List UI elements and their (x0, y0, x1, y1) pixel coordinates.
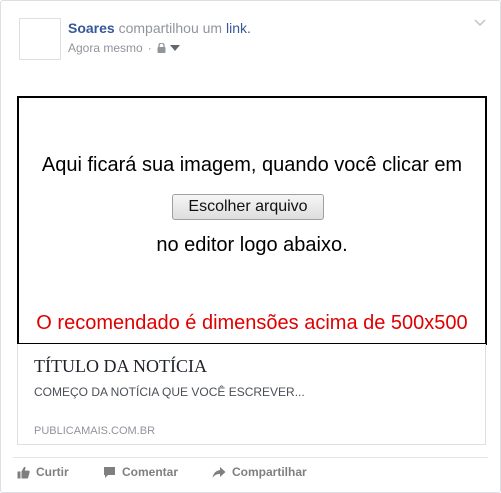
image-instruction-line2: no editor logo abaixo. (156, 234, 348, 256)
meta-separator: · (147, 41, 152, 55)
timestamp[interactable]: Agora mesmo (68, 41, 143, 55)
thumbs-up-icon (17, 466, 30, 478)
share-label: Compartilhar (232, 465, 307, 479)
actions-divider (13, 457, 488, 458)
news-description: COMEÇO DA NOTÍCIA QUE VOCÊ ESCREVER... (34, 385, 305, 399)
link-word[interactable]: link. (226, 20, 251, 36)
post-header: Soares compartilhou um link. Agora mesmo… (1, 1, 500, 81)
share-arrow-icon (212, 466, 226, 478)
like-button[interactable]: Curtir (17, 465, 69, 479)
speech-bubble-icon (104, 466, 115, 478)
image-placeholder: Aqui ficará sua imagem, quando você clic… (17, 96, 487, 345)
share-button[interactable]: Compartilhar (212, 465, 307, 479)
news-title: TÍTULO DA NOTÍCIA (34, 356, 207, 376)
author-name[interactable]: Soares (68, 20, 115, 36)
like-label: Curtir (36, 465, 69, 479)
choose-file-button[interactable]: Escolher arquivo (172, 194, 324, 220)
image-instruction-line1: Aqui ficará sua imagem, quando você clic… (41, 154, 463, 176)
caret-down-icon[interactable] (169, 45, 180, 51)
news-domain: PUBLICAMAIS.COM.BR (34, 425, 156, 437)
comment-button[interactable]: Comentar (103, 465, 178, 479)
chevron-down-icon[interactable] (474, 19, 486, 27)
post-action-text: compartilhou um (118, 20, 223, 36)
lock-icon (157, 43, 166, 53)
avatar[interactable] (19, 18, 61, 60)
post-card: Soares compartilhou um link. Agora mesmo… (0, 0, 501, 493)
link-preview[interactable]: TÍTULO DA NOTÍCIA COMEÇO DA NOTÍCIA QUE … (17, 344, 486, 445)
post-meta: Agora mesmo · (68, 41, 180, 55)
comment-label: Comentar (122, 465, 179, 479)
image-recommendation: O recomendado é dimensões acima de 500x5… (36, 312, 468, 334)
author-line: Soares compartilhou um link. (68, 20, 251, 36)
